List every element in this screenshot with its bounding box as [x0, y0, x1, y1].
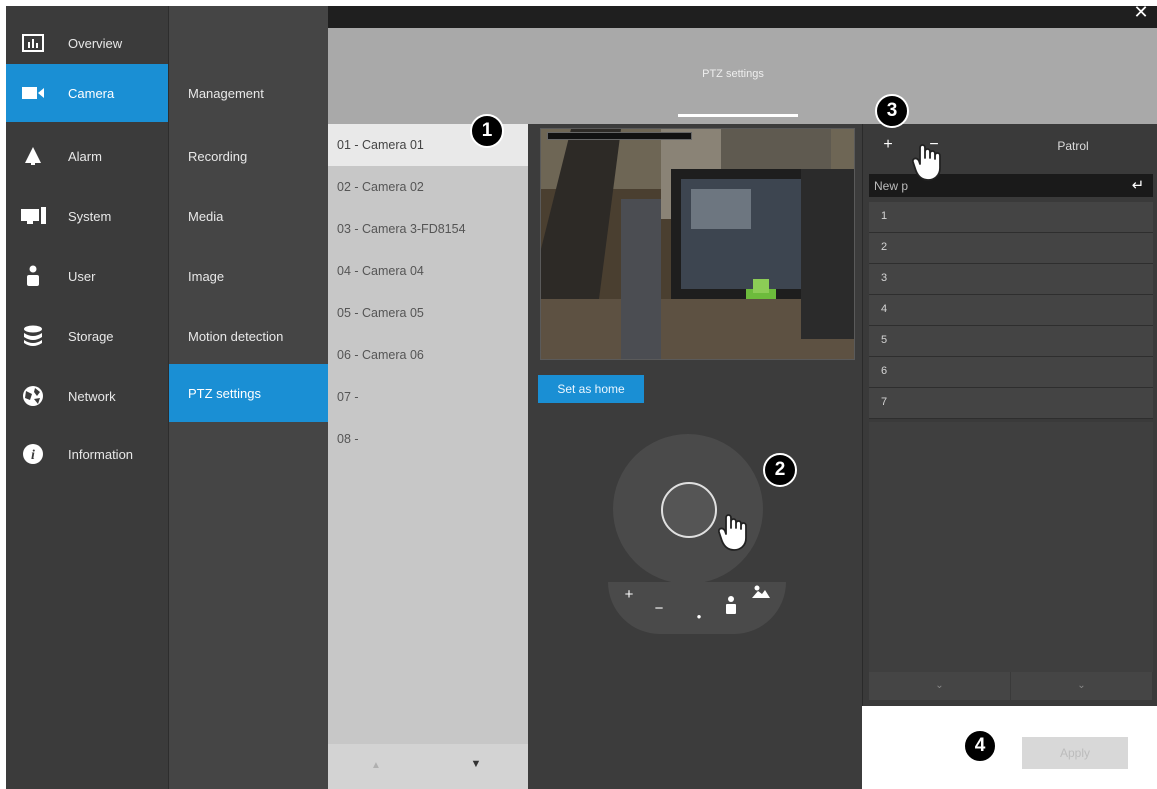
preset-row[interactable]: 2 — [869, 233, 1153, 264]
nav-item-camera[interactable]: Camera — [6, 64, 168, 122]
subnav-label: Management — [188, 85, 264, 101]
nav-label: System — [68, 208, 112, 224]
subnav-item-management[interactable]: Management — [169, 64, 329, 122]
patrol-next-button[interactable]: ⌄ — [1011, 672, 1153, 700]
subnav-item-image[interactable]: Image — [169, 247, 329, 305]
close-icon[interactable]: ✕ — [1131, 3, 1151, 23]
nav-item-user[interactable]: User — [6, 247, 168, 305]
callout-3: 3 — [875, 94, 909, 128]
camera-label: 03 - Camera 3-FD8154 — [337, 222, 466, 236]
top-bar — [328, 6, 1157, 28]
zoom-out-button[interactable]: − — [650, 600, 668, 618]
patrol-header: + − Patrol — [863, 124, 1157, 168]
subnav-label: PTZ settings — [188, 385, 261, 401]
user-icon — [20, 263, 46, 289]
camera-icon — [20, 80, 46, 106]
enter-icon[interactable]: ↵ — [1129, 177, 1147, 195]
callout-4: 4 — [963, 729, 997, 763]
preset-row[interactable]: 7 — [869, 388, 1153, 419]
subnav-label: Media — [188, 208, 224, 224]
preview-image — [541, 129, 854, 359]
page-header: PTZ settings — [328, 28, 1157, 124]
preset-row[interactable]: 1 — [869, 202, 1153, 233]
camera-list-pager: ▲ ▼ — [328, 744, 528, 789]
system-icon — [20, 203, 46, 229]
storage-icon — [20, 323, 46, 349]
subnav-item-motion-detection[interactable]: Motion detection — [169, 307, 329, 365]
nav-item-network[interactable]: Network — [6, 367, 168, 425]
network-icon — [20, 383, 46, 409]
snapshot-image-icon[interactable] — [752, 584, 770, 602]
nav-item-storage[interactable]: Storage — [6, 307, 168, 365]
osd-overlay — [547, 132, 692, 140]
subnav-label: Motion detection — [188, 328, 284, 344]
info-icon: i — [20, 441, 46, 467]
patrol-prev-button[interactable]: ⌄ — [869, 672, 1011, 700]
alarm-icon — [20, 143, 46, 169]
camera-list-item[interactable]: 05 - Camera 05 — [328, 292, 528, 334]
primary-nav: Overview Camera Alarm System User Storag… — [6, 6, 168, 789]
nav-label: Storage — [68, 328, 114, 344]
subnav-item-ptz-settings[interactable]: PTZ settings — [169, 364, 329, 422]
camera-list-item[interactable]: 06 - Camera 06 — [328, 334, 528, 376]
page-title: PTZ settings — [702, 68, 764, 80]
nav-label: Alarm — [68, 148, 102, 164]
scroll-up-icon[interactable]: ▲ — [366, 760, 386, 774]
camera-list-item[interactable]: 02 - Camera 02 — [328, 166, 528, 208]
scroll-down-icon[interactable]: ▼ — [466, 758, 486, 772]
subnav-label: Recording — [188, 148, 248, 164]
camera-list-item[interactable]: 08 - — [328, 418, 528, 460]
chart-icon — [20, 30, 46, 56]
ptz-control-bar: + − ● — [608, 582, 786, 634]
camera-list-item[interactable]: 03 - Camera 3-FD8154 — [328, 208, 528, 250]
nav-item-system[interactable]: System — [6, 187, 168, 245]
pointer-hand-icon — [717, 508, 764, 554]
new-preset-input[interactable] — [869, 174, 1119, 197]
nav-label: Overview — [68, 35, 123, 51]
pointer-hand-icon — [911, 138, 958, 184]
nav-item-alarm[interactable]: Alarm — [6, 127, 168, 185]
camera-label: 01 - Camera 01 — [337, 138, 424, 152]
nav-label: Network — [68, 388, 116, 404]
apply-button[interactable]: Apply — [1022, 737, 1128, 769]
title-underline — [678, 114, 798, 117]
joystick-knob[interactable] — [661, 482, 717, 538]
subnav-item-media[interactable]: Media — [169, 187, 329, 245]
home-user-icon[interactable] — [722, 596, 740, 614]
svg-text:i: i — [31, 448, 35, 463]
preset-row[interactable]: 4 — [869, 295, 1153, 326]
secondary-nav: Management Recording Media Image Motion … — [168, 6, 329, 789]
camera-label: 04 - Camera 04 — [337, 264, 424, 278]
subnav-item-recording[interactable]: Recording — [169, 127, 329, 185]
patrol-title: Patrol — [1057, 139, 1089, 153]
camera-label: 08 - — [337, 432, 359, 446]
camera-label: 02 - Camera 02 — [337, 180, 424, 194]
preset-row[interactable]: 5 — [869, 326, 1153, 357]
camera-list: 01 - Camera 01 02 - Camera 02 03 - Camer… — [328, 124, 528, 789]
preset-row[interactable]: 6 — [869, 357, 1153, 388]
nav-label: User — [68, 268, 96, 284]
set-as-home-button[interactable]: Set as home — [538, 375, 644, 403]
subnav-label: Image — [188, 268, 225, 284]
callout-1: 1 — [470, 114, 504, 148]
ptz-control-area: Set as home + − ● — [528, 124, 862, 789]
camera-label: 05 - Camera 05 — [337, 306, 424, 320]
callout-2: 2 — [763, 453, 797, 487]
add-preset-button[interactable]: + — [879, 136, 897, 154]
camera-list-item[interactable]: 04 - Camera 04 — [328, 250, 528, 292]
camera-label: 06 - Camera 06 — [337, 348, 424, 362]
camera-list-item[interactable]: 07 - — [328, 376, 528, 418]
camera-preview[interactable] — [540, 128, 855, 360]
patrol-panel: + − Patrol ↵ 1 2 3 4 5 6 7 ⌄ ⌄ — [862, 124, 1157, 706]
nav-label: Information — [68, 446, 134, 462]
patrol-empty-area — [869, 422, 1153, 672]
patrol-footer: ⌄ ⌄ — [869, 672, 1153, 700]
nav-item-information[interactable]: i Information — [6, 425, 168, 483]
focus-dot-icon[interactable]: ● — [690, 608, 708, 626]
preset-row[interactable]: 3 — [869, 264, 1153, 295]
camera-label: 07 - — [337, 390, 359, 404]
nav-label: Camera — [68, 85, 115, 101]
zoom-in-button[interactable]: + — [620, 586, 638, 604]
